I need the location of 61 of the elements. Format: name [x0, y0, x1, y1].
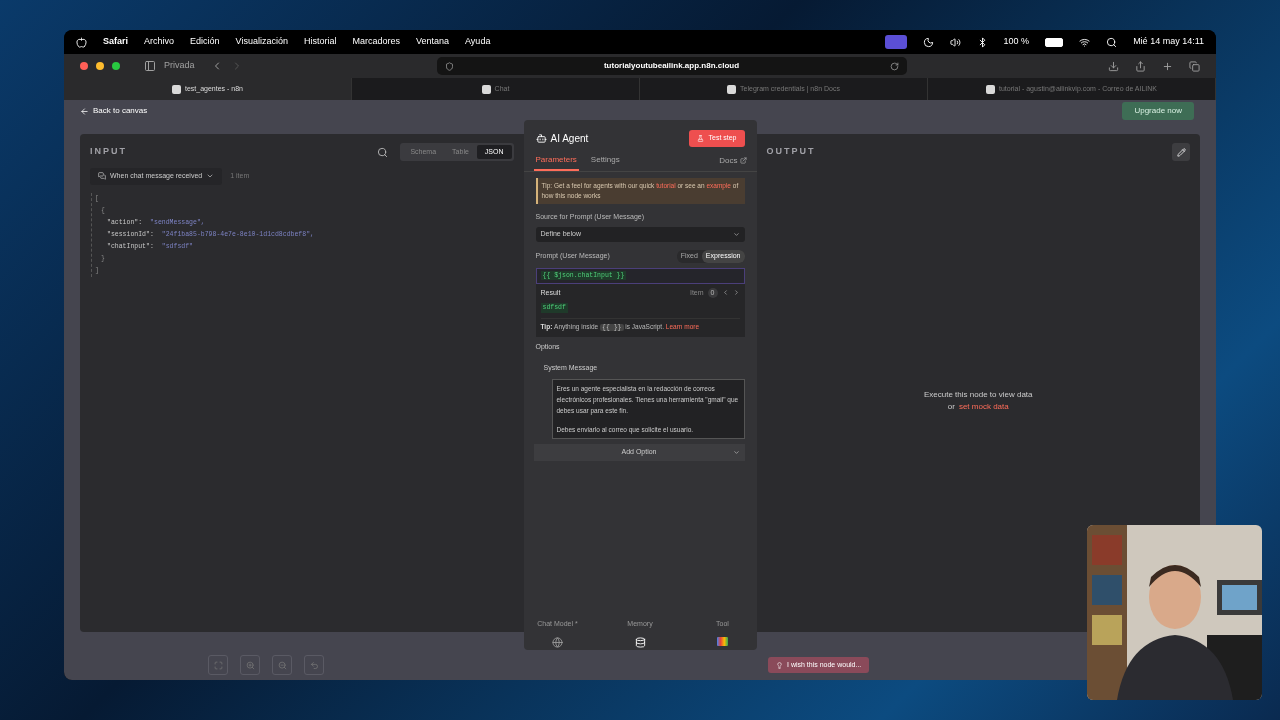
menu-item[interactable]: Historial: [303, 35, 337, 49]
docs-link[interactable]: Docs: [719, 154, 738, 167]
external-link-icon: [739, 157, 747, 164]
flask-icon: [697, 134, 705, 142]
screen-share-icon[interactable]: [884, 35, 907, 49]
database-icon[interactable]: [634, 637, 646, 648]
apple-icon[interactable]: [76, 36, 87, 48]
expand-icon: [213, 660, 223, 670]
menu-item[interactable]: Visualización: [235, 35, 288, 49]
or-text: or: [947, 401, 955, 413]
panel-title: INPUT: [90, 145, 127, 159]
new-tab-icon[interactable]: [1162, 60, 1173, 72]
battery-icon[interactable]: [1045, 37, 1064, 47]
battery-level: 100 %: [1003, 35, 1030, 49]
menu-item[interactable]: Ventana: [416, 35, 450, 49]
zoom-out-icon: [277, 660, 287, 670]
upgrade-button[interactable]: Upgrade now: [1122, 102, 1194, 120]
zoom-in-icon: [245, 660, 255, 670]
panel-title: OUTPUT: [766, 145, 816, 159]
caret-icon: [732, 231, 740, 238]
tab-favicon: [727, 84, 737, 94]
url-text: tutorialyoutubeailink.app.n8n.cloud: [602, 60, 741, 72]
pencil-icon: [1176, 147, 1186, 157]
private-label: Privada: [164, 59, 195, 73]
reload-icon[interactable]: [889, 61, 899, 71]
robot-icon: [535, 132, 547, 144]
address-field[interactable]: tutorialyoutubeailink.app.n8n.cloud: [436, 57, 907, 75]
sidebar-icon[interactable]: [144, 60, 156, 72]
empty-message: Execute this node to view data: [924, 389, 1033, 401]
shield-icon: [444, 61, 454, 71]
search-icon[interactable]: [377, 146, 389, 158]
menu-item[interactable]: Ayuda: [465, 35, 491, 49]
tab-favicon: [172, 84, 181, 94]
previous-icon[interactable]: [721, 289, 729, 297]
menu-item[interactable]: Marcadores: [352, 35, 400, 49]
tab-favicon: [985, 84, 995, 94]
moon-icon[interactable]: [922, 36, 934, 48]
node-tab[interactable]: Parameters: [533, 150, 579, 171]
chat-icon: [98, 172, 106, 181]
tab-favicon: [481, 84, 491, 94]
mock-data-link[interactable]: set mock data: [958, 401, 1009, 413]
clock: Mié 14 may 14:11: [1133, 35, 1204, 49]
caret-icon: [732, 448, 740, 456]
tabs-overview-icon[interactable]: [1189, 60, 1200, 72]
search-icon[interactable]: [1106, 36, 1118, 48]
node-title: AI Agent: [550, 131, 589, 146]
menu-app[interactable]: Safari: [103, 35, 128, 49]
next-icon[interactable]: [732, 289, 740, 297]
back-arrow-icon[interactable]: [80, 106, 89, 116]
volume-icon[interactable]: [949, 36, 961, 48]
undo-icon: [309, 660, 319, 670]
share-icon[interactable]: [1135, 60, 1146, 72]
wifi-icon[interactable]: [1079, 36, 1091, 48]
menu-item[interactable]: Edición: [190, 35, 220, 49]
download-icon[interactable]: [1108, 60, 1119, 72]
node-tab[interactable]: Settings: [588, 150, 622, 171]
edit-button[interactable]: [1172, 143, 1190, 161]
back-to-canvas-link[interactable]: Back to canvas: [93, 105, 148, 117]
lightbulb-icon: [776, 661, 783, 669]
globe-icon[interactable]: [552, 637, 563, 648]
menu-item[interactable]: Archivo: [144, 35, 175, 49]
